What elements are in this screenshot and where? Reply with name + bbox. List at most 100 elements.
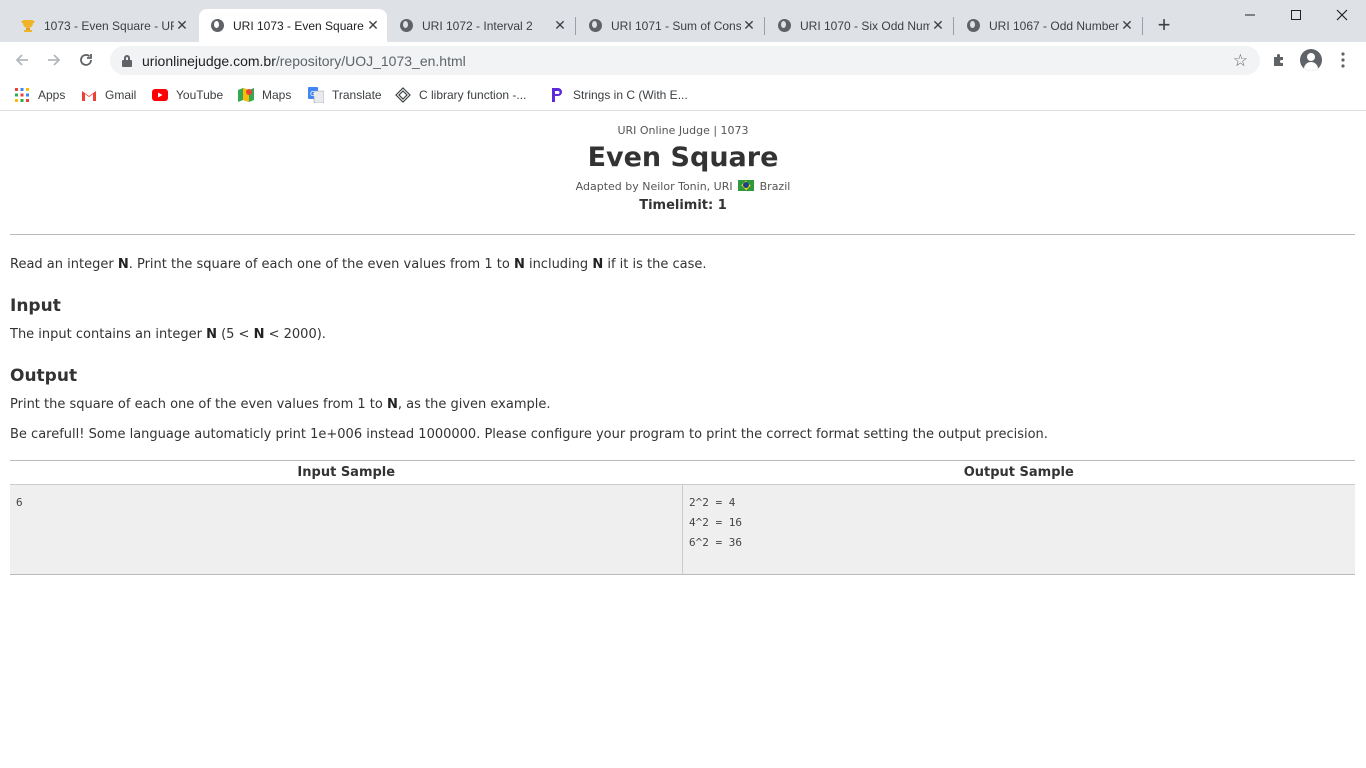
close-tab-icon[interactable]: ✕: [741, 17, 757, 34]
bookmark-star-icon[interactable]: ☆: [1233, 51, 1248, 71]
tab-separator: [575, 17, 576, 35]
new-tab-button[interactable]: +: [1152, 14, 1176, 38]
bookmarks-bar: Apps Gmail YouTube Maps G Translate C li…: [0, 79, 1366, 111]
bookmark-maps[interactable]: Maps: [238, 84, 291, 106]
lock-icon[interactable]: [122, 54, 132, 67]
divider: [10, 234, 1355, 235]
input-text: The input contains an integer: [10, 327, 207, 342]
country-text: Brazil: [759, 180, 791, 193]
programiz-icon: [549, 87, 565, 103]
output-text: , as the given example.: [397, 397, 551, 412]
output-heading: Output: [10, 366, 78, 386]
youtube-icon: [152, 87, 168, 103]
tab-title: 1073 - Even Square - URI Onl: [44, 18, 174, 33]
tab-strip: 1073 - Even Square - URI Onl ✕ URI 1073 …: [0, 0, 1366, 42]
apps-grid-icon: [14, 87, 30, 103]
maps-icon: [238, 87, 254, 103]
input-sample[interactable]: 6: [10, 485, 682, 574]
input-description: The input contains an integer N (5 < N <…: [10, 327, 326, 342]
profile-avatar-icon[interactable]: [1297, 46, 1325, 74]
description-text: if it is the case.: [603, 257, 707, 272]
menu-kebab-icon[interactable]: [1329, 46, 1357, 74]
close-tab-icon[interactable]: ✕: [174, 17, 190, 34]
globe-icon: [587, 18, 603, 34]
minimize-button[interactable]: [1227, 0, 1273, 30]
bookmark-label: Apps: [38, 88, 66, 102]
description-var: N: [117, 257, 129, 272]
bookmark-apps[interactable]: Apps: [14, 84, 65, 106]
tab-separator: [1142, 17, 1143, 35]
back-button[interactable]: [8, 46, 36, 74]
svg-text:G: G: [310, 90, 315, 98]
input-sample-header: Input Sample: [297, 465, 396, 480]
sample-table: Input Sample Output Sample 6 2^2 = 4 4^2…: [10, 460, 1355, 575]
tab-1073-even-square-uri[interactable]: 1073 - Even Square - URI Onl ✕: [10, 9, 196, 42]
tab-uri-1070-six-odd-numbers[interactable]: URI 1070 - Six Odd Numbe ✕: [766, 9, 952, 42]
description-text: Read an integer: [10, 257, 118, 272]
precision-note: Be carefull! Some language automaticly p…: [10, 427, 1048, 442]
author-text: Adapted by Neilor Tonin, URI: [575, 180, 733, 193]
tab-title: URI 1073 - Even Square: [233, 18, 364, 33]
extensions-puzzle-icon[interactable]: [1265, 46, 1293, 74]
input-heading: Input: [10, 296, 61, 316]
tab-uri-1073-even-square[interactable]: URI 1073 - Even Square ✕: [199, 9, 387, 42]
forward-button[interactable]: [40, 46, 68, 74]
close-tab-icon[interactable]: ✕: [365, 17, 381, 34]
url-path: /repository/UOJ_1073_en.html: [275, 52, 466, 69]
sample-body-row: 6 2^2 = 4 4^2 = 16 6^2 = 36: [10, 484, 1355, 574]
sample-header-row: Input Sample Output Sample: [10, 461, 1355, 484]
author-line: Adapted by Neilor Tonin, URI Brazil: [0, 180, 1366, 193]
reload-button[interactable]: [72, 46, 100, 74]
address-bar[interactable]: urionlinejudge.com.br/repository/UOJ_107…: [110, 46, 1260, 75]
gmail-icon: [81, 87, 97, 103]
close-window-button[interactable]: [1319, 0, 1365, 30]
bookmark-c-library-function[interactable]: C library function -...: [395, 84, 526, 106]
tab-separator: [953, 17, 954, 35]
bookmark-label: Maps: [262, 88, 292, 102]
problem-description: Read an integer N. Print the square of e…: [10, 257, 707, 272]
globe-icon: [776, 18, 792, 34]
bookmark-label: C library function -...: [419, 88, 527, 102]
tutorialspoint-icon: [395, 87, 411, 103]
url-text[interactable]: urionlinejudge.com.br/repository/UOJ_107…: [142, 53, 466, 69]
input-var: N: [206, 327, 217, 342]
close-tab-icon[interactable]: ✕: [1119, 17, 1135, 34]
close-tab-icon[interactable]: ✕: [930, 17, 946, 34]
input-text: (5 <: [216, 327, 254, 342]
bookmark-gmail[interactable]: Gmail: [81, 84, 136, 106]
tab-uri-1071-sum-of-consecutive[interactable]: URI 1071 - Sum of Consecut ✕: [577, 9, 763, 42]
description-text: . Print the square of each one of the ev…: [128, 257, 514, 272]
url-host: urionlinejudge.com.br: [142, 52, 276, 69]
output-text: Print the square of each one of the even…: [10, 397, 387, 412]
output-var: N: [386, 397, 398, 412]
tab-title: URI 1071 - Sum of Consecut: [611, 18, 741, 33]
bookmark-strings-in-c[interactable]: Strings in C (With E...: [549, 84, 688, 106]
timelimit: Timelimit: 1: [639, 198, 727, 213]
output-sample[interactable]: 2^2 = 4 4^2 = 16 6^2 = 36: [682, 485, 1355, 574]
globe-icon: [209, 18, 225, 34]
bookmark-translate[interactable]: G Translate: [308, 84, 382, 106]
translate-icon: G: [308, 87, 324, 103]
page-title: Even Square: [587, 142, 779, 173]
bookmark-youtube[interactable]: YouTube: [152, 84, 223, 106]
tab-uri-1072-interval-2[interactable]: URI 1072 - Interval 2 ✕: [388, 9, 574, 42]
description-var: N: [513, 257, 525, 272]
brazil-flag-icon: [738, 180, 755, 191]
judge-breadcrumb: URI Online Judge | 1073: [617, 124, 749, 137]
globe-icon: [398, 18, 414, 34]
tab-separator: [764, 17, 765, 35]
input-var: N: [253, 327, 265, 342]
tab-uri-1067-odd-numbers[interactable]: URI 1067 - Odd Numbers ✕: [955, 9, 1141, 42]
browser-toolbar: urionlinejudge.com.br/repository/UOJ_107…: [0, 42, 1366, 79]
tab-title: URI 1072 - Interval 2: [422, 18, 533, 33]
maximize-button[interactable]: [1273, 0, 1319, 30]
bookmark-label: Gmail: [105, 88, 137, 102]
output-description: Print the square of each one of the even…: [10, 397, 550, 412]
trophy-icon: [20, 18, 36, 34]
tab-title: URI 1067 - Odd Numbers: [989, 18, 1119, 33]
bookmark-label: Translate: [332, 88, 382, 102]
bookmark-label: YouTube: [176, 88, 224, 102]
close-tab-icon[interactable]: ✕: [552, 17, 568, 34]
tab-title: URI 1070 - Six Odd Numbe: [800, 18, 930, 33]
bookmark-label: Strings in C (With E...: [573, 88, 688, 102]
